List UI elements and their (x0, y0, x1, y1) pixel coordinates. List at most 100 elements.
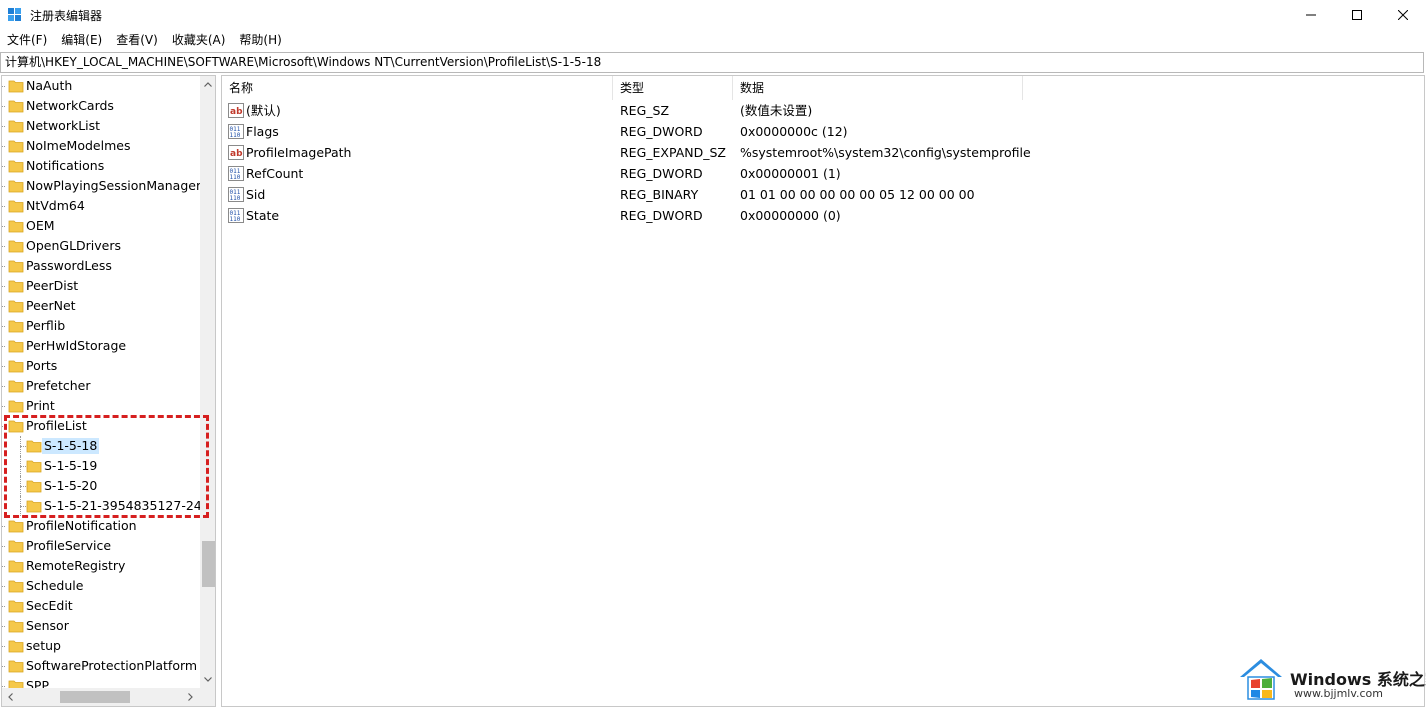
folder-icon (8, 560, 24, 573)
minimize-button[interactable] (1288, 0, 1334, 30)
folder-icon (26, 500, 42, 513)
tree-key-item[interactable]: PerHwIdStorage (2, 336, 200, 356)
tree-key-item[interactable]: setup (2, 636, 200, 656)
scrollbar-corner (200, 688, 215, 706)
folder-icon (8, 200, 24, 213)
tree-key-item[interactable]: NtVdm64 (2, 196, 200, 216)
tree-connector-line (2, 426, 5, 427)
tree-subkey-item[interactable]: S-1-5-19 (2, 456, 200, 476)
tree-item-label: Perflib (26, 318, 66, 333)
tree-key-item[interactable]: PeerNet (2, 296, 200, 316)
tree-key-item[interactable]: PasswordLess (2, 256, 200, 276)
tree-key-item[interactable]: Prefetcher (2, 376, 200, 396)
folder-icon (8, 520, 24, 533)
tree-key-item[interactable]: NoImeModelmes (2, 136, 200, 156)
menu-edit[interactable]: 编辑(E) (54, 30, 109, 51)
tree-key-item[interactable]: ProfileService (2, 536, 200, 556)
folder-icon (8, 240, 24, 253)
folder-icon (26, 440, 42, 453)
scroll-left-arrow[interactable] (2, 688, 18, 706)
value-row[interactable]: 011 110 State REG_DWORD 0x00000000 (0) (222, 205, 1222, 226)
column-header-type[interactable]: 类型 (613, 76, 733, 100)
title-bar: 注册表编辑器 (0, 0, 1426, 30)
folder-icon (8, 640, 24, 653)
tree-key-item[interactable]: SoftwareProtectionPlatform (2, 656, 200, 676)
column-header-data[interactable]: 数据 (733, 76, 1023, 100)
tree-key-item[interactable]: Schedule (2, 576, 200, 596)
tree-item-label: PasswordLess (26, 258, 112, 273)
column-header-name[interactable]: 名称 (222, 76, 613, 100)
tree-key-item[interactable]: Perflib (2, 316, 200, 336)
tree-key-item[interactable]: NaAuth (2, 76, 200, 96)
menu-help[interactable]: 帮助(H) (232, 30, 288, 51)
address-bar[interactable]: 计算机\HKEY_LOCAL_MACHINE\SOFTWARE\Microsof… (0, 52, 1424, 73)
tree-connector-line (2, 186, 5, 187)
tree-vertical-scrollbar[interactable] (200, 76, 215, 688)
tree-horizontal-scrollbar[interactable] (2, 688, 200, 706)
tree-item-label: Notifications (26, 158, 105, 173)
menu-favorites[interactable]: 收藏夹(A) (165, 30, 233, 51)
tree-subkey-item[interactable]: S-1-5-18 (2, 436, 200, 456)
maximize-icon (1352, 10, 1362, 20)
tree-hscroll-thumb[interactable] (60, 691, 130, 703)
tree-subkey-item[interactable]: S-1-5-21-3954835127-2419 (2, 496, 200, 516)
value-row[interactable]: ab ProfileImagePath REG_EXPAND_SZ %systemro… (222, 142, 1222, 163)
tree-item-label: PeerDist (26, 278, 79, 293)
tree-key-item[interactable]: Print (2, 396, 200, 416)
tree-key-item[interactable]: NetworkList (2, 116, 200, 136)
value-row[interactable]: ab (默认) REG_SZ (数值未设置) (222, 100, 1222, 121)
folder-icon (8, 260, 24, 273)
tree-key-item[interactable]: SPP (2, 676, 200, 688)
watermark: Windows 系统之家 www.bjjmlv.com (1234, 655, 1426, 705)
menu-view[interactable]: 查看(V) (109, 30, 165, 51)
value-row[interactable]: 011 110 RefCount REG_DWORD 0x00000001 (1) (222, 163, 1222, 184)
binary-value-icon: 011110 (228, 124, 244, 139)
maximize-button[interactable] (1334, 0, 1380, 30)
tree-key-item[interactable]: RemoteRegistry (2, 556, 200, 576)
tree-item-label: S-1-5-18 (42, 438, 100, 454)
scroll-down-arrow[interactable] (200, 671, 215, 688)
tree-connector-line (2, 166, 5, 167)
tree-key-item[interactable]: PeerDist (2, 276, 200, 296)
tree-connector-line (2, 646, 5, 647)
tree-key-item[interactable]: ProfileList (2, 416, 200, 436)
tree-item-label: ProfileList (26, 418, 87, 433)
tree-connector-line (2, 526, 5, 527)
tree-key-item[interactable]: ProfileNotification (2, 516, 200, 536)
tree-key-item[interactable]: SecEdit (2, 596, 200, 616)
menu-file[interactable]: 文件(F) (0, 30, 54, 51)
tree-key-item[interactable]: Notifications (2, 156, 200, 176)
scroll-right-arrow[interactable] (182, 688, 198, 706)
key-tree: NaAuth NetworkCards NetworkList NoImeModelm… (2, 76, 200, 688)
tree-item-label: OpenGLDrivers (26, 238, 122, 253)
tree-key-item[interactable]: OpenGLDrivers (2, 236, 200, 256)
tree-key-item[interactable]: OEM (2, 216, 200, 236)
value-type: REG_SZ (620, 103, 670, 118)
tree-connector-line (2, 306, 5, 307)
tree-key-item[interactable]: Sensor (2, 616, 200, 636)
value-data: %systemroot%\system32\config\systemprofi… (740, 145, 1031, 160)
tree-connector-line (2, 386, 5, 387)
tree-item-label: S-1-5-20 (44, 478, 98, 493)
string-value-icon: ab (228, 145, 244, 160)
tree-key-item[interactable]: NetworkCards (2, 96, 200, 116)
svg-text:110: 110 (230, 195, 241, 202)
key-tree-pane[interactable]: NaAuth NetworkCards NetworkList NoImeModelm… (1, 75, 216, 707)
tree-item-label: OEM (26, 218, 55, 233)
value-data: 01 01 00 00 00 00 00 05 12 00 00 00 (740, 187, 975, 202)
scroll-up-arrow[interactable] (200, 76, 215, 93)
tree-subkey-item[interactable]: S-1-5-20 (2, 476, 200, 496)
values-list-pane[interactable]: 名称 类型 数据 ab (默认) REG_SZ (数值未设置) 011 110 Flags R… (221, 75, 1425, 707)
minimize-icon (1306, 14, 1316, 16)
tree-key-item[interactable]: Ports (2, 356, 200, 376)
value-name: RefCount (246, 166, 304, 181)
tree-key-item[interactable]: NowPlayingSessionManager (2, 176, 200, 196)
chevron-right-icon (187, 693, 193, 701)
tree-vscroll-thumb[interactable] (202, 541, 215, 587)
value-row[interactable]: 011 110 Sid REG_BINARY 01 01 00 00 00 00 00 … (222, 184, 1222, 205)
close-button[interactable] (1380, 0, 1426, 30)
value-data: 0x0000000c (12) (740, 124, 848, 139)
tree-connector-line (2, 106, 5, 107)
folder-icon (8, 580, 24, 593)
value-row[interactable]: 011 110 Flags REG_DWORD 0x0000000c (12) (222, 121, 1222, 142)
